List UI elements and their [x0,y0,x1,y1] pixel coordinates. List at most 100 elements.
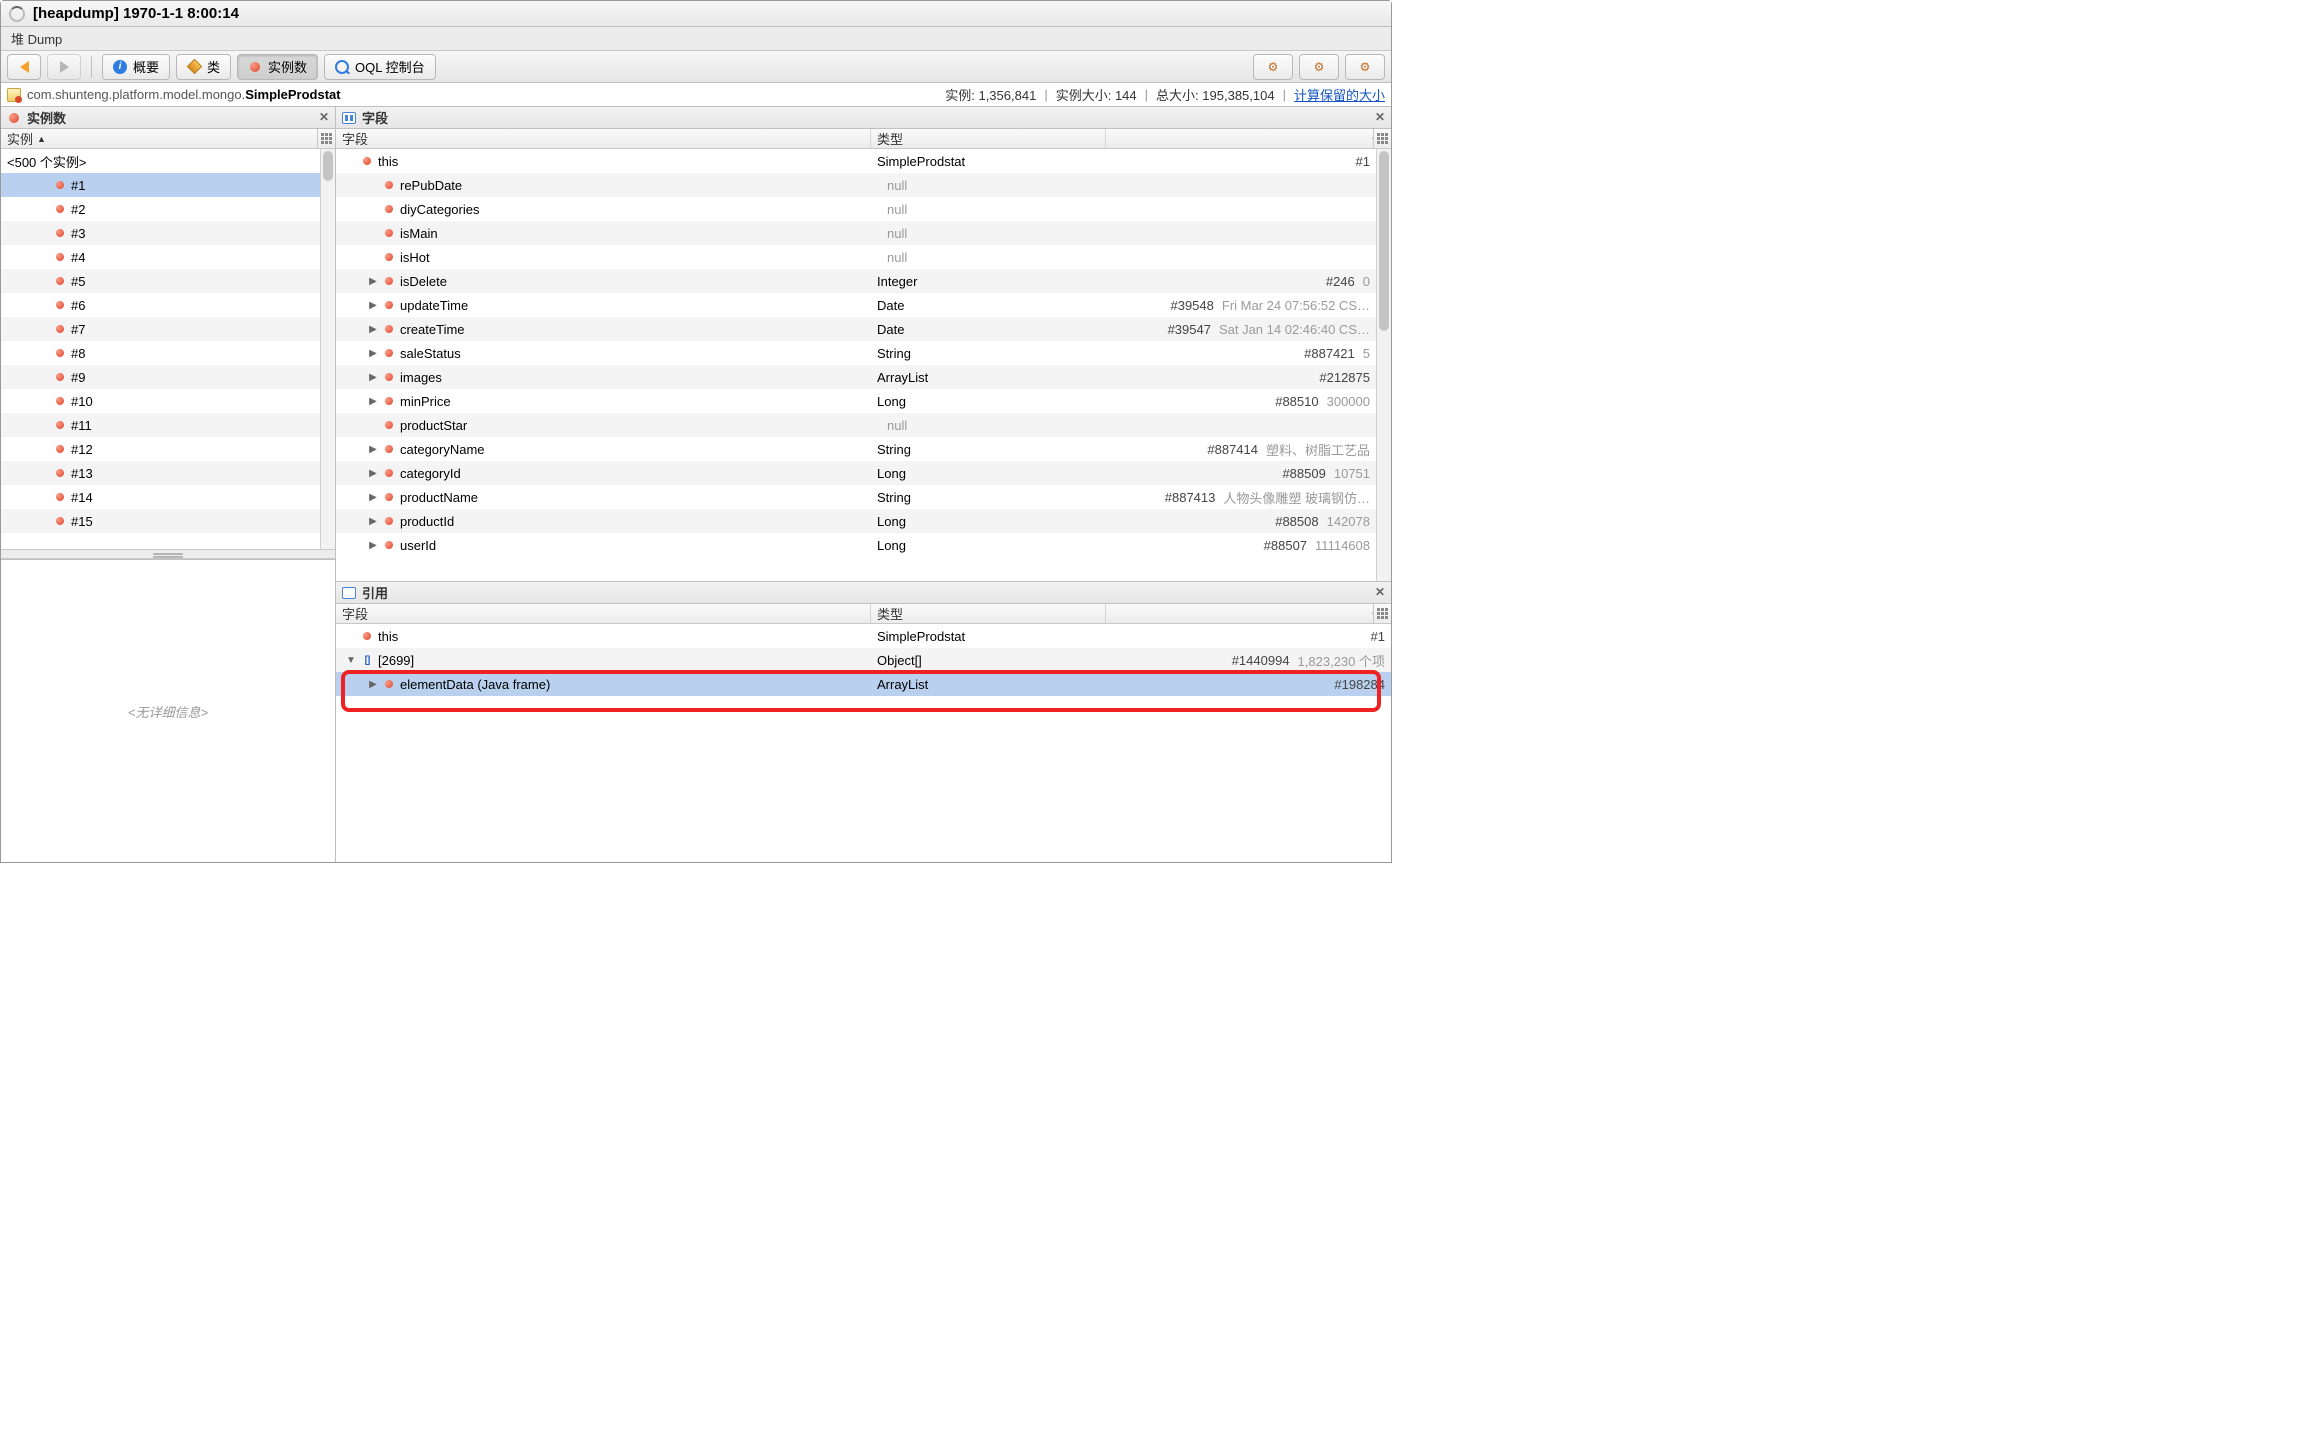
field-icon [382,226,396,240]
instance-row[interactable]: #7 [1,317,320,341]
forward-button[interactable] [47,54,81,80]
instance-row[interactable]: #9 [1,365,320,389]
col-field[interactable]: 字段 [336,129,871,148]
fields-column-header: 字段 类型 值 [336,129,1391,149]
vertical-scrollbar[interactable] [320,149,335,549]
reference-row[interactable]: ▶thisSimpleProdstat#1 [336,624,1391,648]
fields-pane: 字段 ✕ 字段 类型 值 ▶thisSimpleProdstat#1▶rePub… [336,107,1391,582]
instance-row[interactable]: #3 [1,221,320,245]
field-value: #8850711114608 [1106,538,1376,553]
references-table[interactable]: ▶thisSimpleProdstat#1▼[2699]Object[]#144… [336,624,1391,862]
instance-row[interactable]: #11 [1,413,320,437]
vertical-scrollbar[interactable] [1376,149,1391,581]
column-menu-button[interactable] [317,129,335,148]
circle-red-icon [7,111,21,125]
instance-row[interactable]: #8 [1,341,320,365]
back-button[interactable] [7,54,41,80]
toolbar-action-3[interactable] [1345,54,1385,80]
disclosure-open-icon[interactable]: ▼ [346,655,356,665]
instances-tree[interactable]: <500 个实例>#1#2#3#4#5#6#7#8#9#10#11#12#13#… [1,149,320,549]
field-row[interactable]: ▶categoryIdLong#8850910751 [336,461,1376,485]
column-menu-button[interactable] [1373,129,1391,148]
instance-row[interactable]: #13 [1,461,320,485]
dump-sub-header-label: 堆 Dump [11,29,62,48]
instance-row[interactable]: #5 [1,269,320,293]
col-value[interactable]: 值 [1106,129,1391,148]
instance-row[interactable]: #15 [1,509,320,533]
close-icon[interactable]: ✕ [1373,585,1387,599]
instance-row[interactable]: #14 [1,485,320,509]
field-row[interactable]: ▶productIdLong#88508142078 [336,509,1376,533]
reference-row[interactable]: ▼[2699]Object[]#14409941,823,230 个项 [336,648,1391,672]
toolbar-action-2[interactable] [1299,54,1339,80]
instance-row[interactable]: #10 [1,389,320,413]
disclosure-closed-icon[interactable]: ▶ [368,348,378,358]
field-row[interactable]: ▶isHotnull [336,245,1376,269]
compute-retained-link[interactable]: 计算保留的大小 [1294,85,1385,104]
field-value: null [877,250,913,265]
reference-row[interactable]: ▶elementData (Java frame)ArrayList#19828… [336,672,1391,696]
col-field[interactable]: 字段 [336,604,871,623]
field-row[interactable]: ▶userIdLong#8850711114608 [336,533,1376,557]
field-row[interactable]: ▶isMainnull [336,221,1376,245]
field-icon [382,394,396,408]
disclosure-closed-icon[interactable]: ▶ [368,396,378,406]
field-row[interactable]: ▶productNameString#887413人物头像雕塑 玻璃钢仿… [336,485,1376,509]
field-value: #2460 [1106,274,1376,289]
instance-size-stat: 实例大小: 144 [1056,85,1137,104]
field-row[interactable]: ▶imagesArrayList#212875 [336,365,1376,389]
field-type: null [871,418,1106,433]
field-value: #212875 [1106,370,1376,385]
instance-group-row[interactable]: <500 个实例> [1,149,320,173]
overview-tab-button[interactable]: 概要 [102,54,170,80]
field-row[interactable]: ▶minPriceLong#88510300000 [336,389,1376,413]
instance-icon [53,418,67,432]
disclosure-closed-icon[interactable]: ▶ [368,679,378,689]
close-icon[interactable]: ✕ [1373,110,1387,124]
refs-panel-header: 引用 ✕ [336,582,1391,604]
instance-row[interactable]: #12 [1,437,320,461]
magnifier-icon [335,60,349,74]
instances-tab-button[interactable]: 实例数 [237,54,318,80]
instance-row[interactable]: #6 [1,293,320,317]
disclosure-closed-icon[interactable]: ▶ [368,492,378,502]
disclosure-closed-icon[interactable]: ▶ [368,300,378,310]
col-type[interactable]: 类型 [871,604,1106,623]
field-row[interactable]: ▶updateTimeDate#39548Fri Mar 24 07:56:52… [336,293,1376,317]
toolbar-action-1[interactable] [1253,54,1293,80]
field-icon [382,538,396,552]
field-row[interactable]: ▶diyCategoriesnull [336,197,1376,221]
class-path-bar: com.shunteng.platform.model.mongo. Simpl… [1,83,1391,107]
field-value: #88508142078 [1106,514,1376,529]
instance-icon [53,226,67,240]
instance-row[interactable]: #1 [1,173,320,197]
field-row[interactable]: ▶createTimeDate#39547Sat Jan 14 02:46:40… [336,317,1376,341]
field-row[interactable]: ▶thisSimpleProdstat#1 [336,149,1376,173]
field-row[interactable]: ▶categoryNameString#887414塑料、树脂工艺品 [336,437,1376,461]
col-value[interactable]: 值 [1106,604,1391,623]
field-row[interactable]: ▶saleStatusString#8874215 [336,341,1376,365]
field-row[interactable]: ▶isDeleteInteger#2460 [336,269,1376,293]
disclosure-closed-icon[interactable]: ▶ [368,276,378,286]
instance-row[interactable]: #2 [1,197,320,221]
disclosure-closed-icon[interactable]: ▶ [368,516,378,526]
close-icon[interactable]: ✕ [317,110,331,124]
classes-tab-button[interactable]: 类 [176,54,231,80]
col-type[interactable]: 类型 [871,129,1106,148]
disclosure-closed-icon[interactable]: ▶ [368,324,378,334]
field-row[interactable]: ▶productStarnull [336,413,1376,437]
disclosure-closed-icon[interactable]: ▶ [368,468,378,478]
instance-row[interactable]: #4 [1,245,320,269]
fields-table[interactable]: ▶thisSimpleProdstat#1▶rePubDatenull▶diyC… [336,149,1391,581]
disclosure-closed-icon[interactable]: ▶ [368,372,378,382]
horizontal-splitter[interactable] [1,549,335,559]
disclosure-closed-icon[interactable]: ▶ [368,444,378,454]
column-menu-button[interactable] [1373,604,1391,623]
field-icon [382,466,396,480]
oql-tab-button[interactable]: OQL 控制台 [324,54,436,80]
field-icon [382,370,396,384]
field-name: productName [400,490,478,505]
disclosure-closed-icon[interactable]: ▶ [368,540,378,550]
instance-col[interactable]: 实例 ▲ [1,129,335,148]
field-row[interactable]: ▶rePubDatenull [336,173,1376,197]
